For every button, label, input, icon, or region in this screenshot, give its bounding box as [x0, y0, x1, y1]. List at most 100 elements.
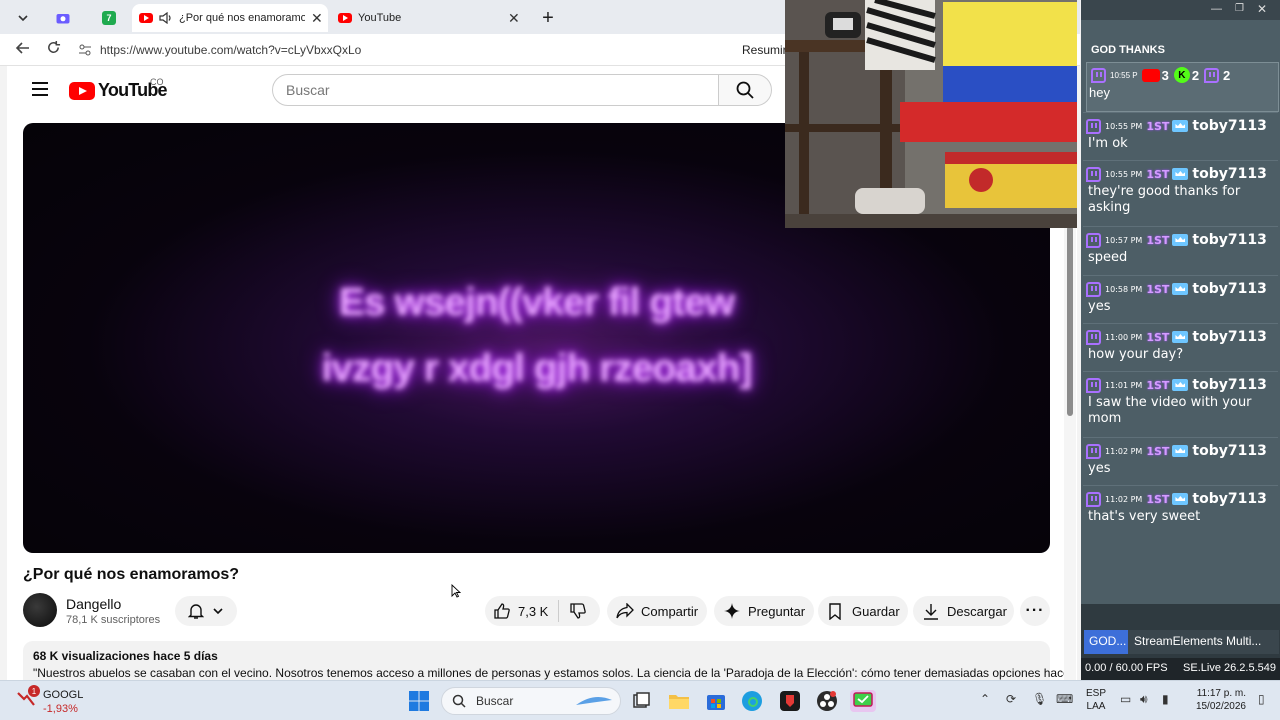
- task-view-icon[interactable]: [630, 690, 652, 712]
- twitch-icon: [1086, 232, 1101, 248]
- windows-start-icon[interactable]: [408, 690, 430, 712]
- youtube-platform-icon: [1141, 68, 1160, 82]
- message-divider: [1083, 485, 1278, 486]
- chat-titlebar: — ❐ ✕: [1081, 0, 1280, 20]
- message-divider: [1083, 371, 1278, 372]
- windows-taskbar: 1 GOOGL -1,93% Buscar ⌃ ⟳ 🎙︎ ⌨︎ ESP LAA …: [0, 680, 1280, 720]
- chat-username[interactable]: toby7113: [1192, 281, 1266, 297]
- reload-icon: [47, 40, 60, 53]
- notifications-button[interactable]: [175, 596, 237, 626]
- ask-button[interactable]: Preguntar: [714, 596, 814, 626]
- message-time: 10:55 PM: [1105, 121, 1143, 131]
- new-tab-button[interactable]: +: [538, 4, 558, 32]
- notifications-icon[interactable]: ▯: [1258, 692, 1265, 706]
- url-field[interactable]: https://www.youtube.com/watch?v=cLyVbxxQ…: [72, 38, 832, 62]
- tab-title: YouTube: [358, 12, 402, 24]
- notification-badge: 1: [28, 685, 40, 697]
- search-input[interactable]: Buscar: [272, 74, 719, 106]
- search-placeholder: Buscar: [286, 82, 330, 98]
- chat-username[interactable]: toby7113: [1192, 329, 1266, 345]
- store-icon[interactable]: [705, 690, 727, 712]
- network-icon[interactable]: ▭: [1120, 692, 1131, 706]
- bookmark-icon: [829, 602, 841, 620]
- tab-title: ¿Por qué nos enamoramos?: [179, 12, 305, 24]
- thumbs-up-icon[interactable]: [493, 602, 511, 620]
- scrollbar-thumb[interactable]: [1067, 226, 1073, 416]
- more-actions-button[interactable]: ···: [1020, 596, 1050, 626]
- thumbs-down-icon[interactable]: [569, 602, 587, 620]
- close-tab-icon[interactable]: ✕: [508, 10, 520, 27]
- chat-header: GOD THANKS: [1091, 44, 1165, 56]
- back-button[interactable]: [13, 40, 33, 60]
- download-button[interactable]: Descargar: [913, 596, 1014, 626]
- subscriber-crown-icon: [1172, 379, 1189, 391]
- chat-username[interactable]: toby7113: [1192, 491, 1266, 507]
- message-text: yes: [1088, 461, 1111, 476]
- chat-username[interactable]: toby7113: [1192, 443, 1266, 459]
- chat-message: 10:58 PM 1ST toby7113 yes: [1086, 279, 1276, 315]
- message-time: 11:02 PM: [1105, 494, 1143, 504]
- dock-tab-streamelements[interactable]: StreamElements Multi...: [1128, 630, 1279, 654]
- twitch-viewer-count: 2: [1223, 67, 1231, 83]
- pinned-tab-camera[interactable]: [52, 4, 74, 32]
- first-time-badge-icon: 1ST: [1146, 492, 1170, 506]
- app-shield-icon[interactable]: [779, 690, 801, 712]
- first-time-badge-icon: 1ST: [1146, 282, 1170, 296]
- close-icon[interactable]: ✕: [1257, 2, 1267, 16]
- sync-icon[interactable]: ⟳: [1006, 692, 1016, 706]
- chat-message: 11:02 PM 1ST toby7113 yes: [1086, 441, 1276, 477]
- camera-icon: [56, 14, 70, 24]
- chat-username[interactable]: toby7113: [1192, 118, 1266, 134]
- channel-name[interactable]: Dangello: [66, 596, 121, 612]
- youtube-favicon-icon: [139, 13, 153, 23]
- taskbar-search[interactable]: Buscar: [441, 687, 621, 715]
- microphone-icon[interactable]: 🎙︎: [1032, 692, 1047, 706]
- chat-username[interactable]: toby7113: [1192, 377, 1266, 393]
- input-icon[interactable]: ⌨︎: [1056, 692, 1073, 706]
- menu-icon[interactable]: [32, 82, 48, 96]
- message-time: 11:00 PM: [1105, 332, 1143, 342]
- streamelements-icon[interactable]: [850, 690, 876, 712]
- tray-overflow-icon[interactable]: ⌃: [980, 692, 990, 706]
- description-box[interactable]: 68 K visualizaciones hace 5 días "Nuestr…: [23, 641, 1070, 680]
- clock-date: 15/02/2026: [1195, 701, 1246, 712]
- close-tab-icon[interactable]: ✕: [311, 10, 323, 27]
- subscriber-crown-icon: [1172, 445, 1189, 457]
- file-explorer-icon[interactable]: [668, 690, 690, 712]
- language-indicator[interactable]: ESP LAA: [1086, 687, 1106, 713]
- tab-list-button[interactable]: [10, 4, 36, 32]
- message-divider: [1083, 160, 1278, 161]
- pinned-tab-badge[interactable]: 7: [98, 4, 120, 32]
- maximize-icon[interactable]: ❐: [1235, 3, 1244, 14]
- tab-youtube[interactable]: YouTube ✕: [338, 4, 528, 32]
- first-time-badge-icon: 1ST: [1146, 233, 1170, 247]
- kick-platform-icon: K: [1173, 67, 1190, 83]
- message-text: I saw the video with your mom: [1088, 395, 1252, 426]
- battery-icon[interactable]: ▮: [1162, 692, 1169, 706]
- download-icon: [924, 603, 938, 620]
- chat-username[interactable]: toby7113: [1192, 166, 1266, 182]
- subscriber-crown-icon: [1172, 168, 1189, 180]
- minimize-icon[interactable]: —: [1211, 3, 1222, 15]
- chat-message: 11:00 PM 1ST toby7113 how your day?: [1086, 327, 1276, 363]
- summarize-button[interactable]: Resumir: [742, 43, 787, 57]
- clock[interactable]: 11:17 p. m. 15/02/2026: [1190, 687, 1246, 713]
- obs-icon[interactable]: [816, 690, 838, 712]
- youtube-favicon-icon: [338, 13, 352, 23]
- subscriber-crown-icon: [1172, 283, 1189, 295]
- dock-tab-chat[interactable]: GOD...: [1084, 630, 1128, 654]
- status-bar: 0.00 / 60.00 FPS SE.Live 26.2.5.549: [1081, 658, 1280, 680]
- chat-message: 11:02 PM 1ST toby7113 that's very sweet: [1086, 489, 1276, 525]
- edge-browser-icon[interactable]: [741, 690, 763, 712]
- message-time: 10:55 P: [1110, 70, 1138, 80]
- reload-button[interactable]: [43, 40, 63, 60]
- save-button[interactable]: Guardar: [818, 596, 908, 626]
- subscriber-count: 78,1 K suscriptores: [66, 614, 161, 626]
- volume-icon[interactable]: 🔊︎: [1140, 692, 1148, 707]
- like-count[interactable]: 7,3 K: [518, 604, 548, 619]
- tab-video[interactable]: ¿Por qué nos enamoramos? ✕: [132, 4, 328, 32]
- chat-username[interactable]: toby7113: [1192, 232, 1266, 248]
- search-button[interactable]: [718, 74, 772, 106]
- channel-avatar[interactable]: [23, 593, 57, 627]
- share-button[interactable]: Compartir: [607, 596, 707, 626]
